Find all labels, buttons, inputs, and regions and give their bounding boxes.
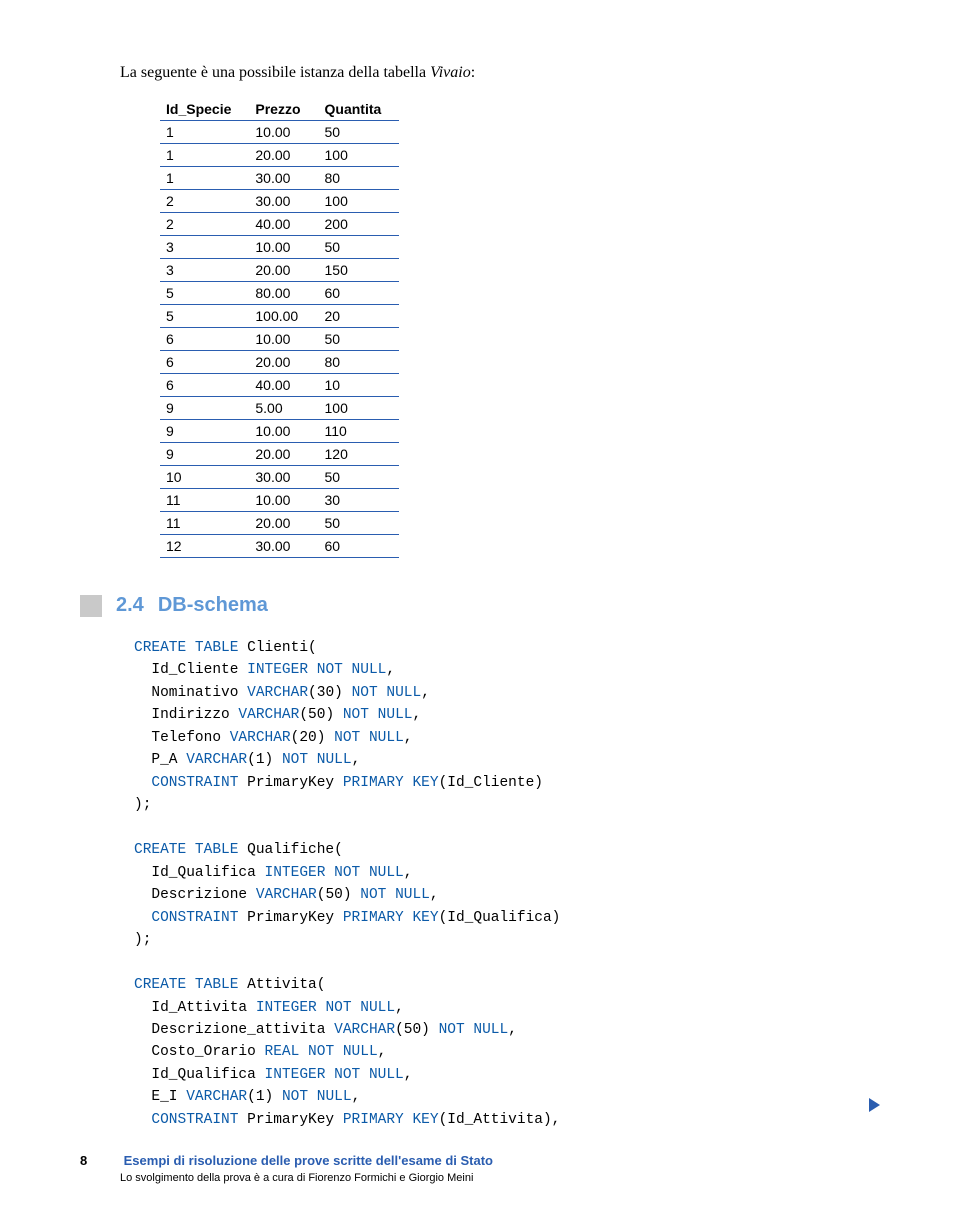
table-row: 240.00200 <box>160 213 399 236</box>
footer-credit: Lo svolgimento della prova è a cura di F… <box>120 1172 880 1184</box>
table-row: 110.0050 <box>160 121 399 144</box>
table-cell: 50 <box>319 236 400 259</box>
table-cell: 150 <box>319 259 400 282</box>
table-row: 310.0050 <box>160 236 399 259</box>
col-header: Id_Specie <box>160 98 249 121</box>
col-header: Quantita <box>319 98 400 121</box>
table-header-row: Id_Specie Prezzo Quantita <box>160 98 399 121</box>
col-header: Prezzo <box>249 98 318 121</box>
table-cell: 200 <box>319 213 400 236</box>
table-cell: 20.00 <box>249 443 318 466</box>
sql-code-block: CREATE TABLE Clienti( Id_Cliente INTEGER… <box>134 637 880 1131</box>
table-cell: 20 <box>319 305 400 328</box>
table-cell: 9 <box>160 420 249 443</box>
table-row: 580.0060 <box>160 282 399 305</box>
table-row: 120.00100 <box>160 144 399 167</box>
table-cell: 110 <box>319 420 400 443</box>
table-cell: 6 <box>160 351 249 374</box>
table-cell: 80.00 <box>249 282 318 305</box>
table-cell: 3 <box>160 259 249 282</box>
table-cell: 30 <box>319 489 400 512</box>
table-row: 230.00100 <box>160 190 399 213</box>
table-cell: 2 <box>160 190 249 213</box>
table-cell: 3 <box>160 236 249 259</box>
table-cell: 60 <box>319 282 400 305</box>
section-number: 2.4 <box>116 594 144 617</box>
section-header: 2.4 DB-schema <box>80 594 880 617</box>
table-cell: 40.00 <box>249 374 318 397</box>
table-cell: 50 <box>319 328 400 351</box>
table-cell: 20.00 <box>249 512 318 535</box>
table-row: 1110.0030 <box>160 489 399 512</box>
table-cell: 12 <box>160 535 249 558</box>
table-cell: 1 <box>160 144 249 167</box>
table-cell: 40.00 <box>249 213 318 236</box>
table-row: 910.00110 <box>160 420 399 443</box>
footer-title-line: 8 Esempi di risoluzione delle prove scri… <box>120 1153 880 1168</box>
table-row: 620.0080 <box>160 351 399 374</box>
table-row: 610.0050 <box>160 328 399 351</box>
table-cell: 5.00 <box>249 397 318 420</box>
table-cell: 100.00 <box>249 305 318 328</box>
table-cell: 120 <box>319 443 400 466</box>
intro-italic: Vivaio <box>430 64 471 81</box>
table-cell: 9 <box>160 443 249 466</box>
table-cell: 1 <box>160 167 249 190</box>
table-cell: 50 <box>319 512 400 535</box>
section-title: DB-schema <box>158 594 268 617</box>
table-cell: 5 <box>160 282 249 305</box>
intro-text: La seguente è una possibile istanza dell… <box>120 64 880 82</box>
continue-icon <box>869 1098 880 1112</box>
table-row: 640.0010 <box>160 374 399 397</box>
table-cell: 20.00 <box>249 259 318 282</box>
table-cell: 100 <box>319 397 400 420</box>
table-cell: 80 <box>319 167 400 190</box>
table-cell: 20.00 <box>249 351 318 374</box>
table-cell: 10.00 <box>249 420 318 443</box>
footer-title: Esempi di risoluzione delle prove scritt… <box>124 1153 493 1168</box>
table-cell: 30.00 <box>249 190 318 213</box>
table-cell: 10.00 <box>249 489 318 512</box>
table-cell: 60 <box>319 535 400 558</box>
section-marker-box <box>80 595 102 617</box>
table-cell: 10.00 <box>249 236 318 259</box>
table-cell: 80 <box>319 351 400 374</box>
table-cell: 10.00 <box>249 121 318 144</box>
table-cell: 6 <box>160 328 249 351</box>
table-cell: 100 <box>319 190 400 213</box>
intro-suffix: : <box>471 64 475 81</box>
table-cell: 30.00 <box>249 466 318 489</box>
page-number: 8 <box>80 1153 120 1168</box>
table-row: 5100.0020 <box>160 305 399 328</box>
table-cell: 10 <box>319 374 400 397</box>
table-row: 130.0080 <box>160 167 399 190</box>
table-cell: 50 <box>319 121 400 144</box>
table-cell: 2 <box>160 213 249 236</box>
table-cell: 50 <box>319 466 400 489</box>
table-cell: 10.00 <box>249 328 318 351</box>
table-cell: 30.00 <box>249 167 318 190</box>
table-cell: 5 <box>160 305 249 328</box>
table-row: 920.00120 <box>160 443 399 466</box>
table-cell: 30.00 <box>249 535 318 558</box>
table-row: 320.00150 <box>160 259 399 282</box>
table-cell: 11 <box>160 512 249 535</box>
table-cell: 6 <box>160 374 249 397</box>
table-row: 1030.0050 <box>160 466 399 489</box>
table-row: 95.00100 <box>160 397 399 420</box>
table-cell: 9 <box>160 397 249 420</box>
table-row: 1120.0050 <box>160 512 399 535</box>
page-footer: 8 Esempi di risoluzione delle prove scri… <box>0 1153 960 1184</box>
table-cell: 20.00 <box>249 144 318 167</box>
table-cell: 100 <box>319 144 400 167</box>
table-cell: 10 <box>160 466 249 489</box>
table-cell: 11 <box>160 489 249 512</box>
table-cell: 1 <box>160 121 249 144</box>
table-row: 1230.0060 <box>160 535 399 558</box>
intro-prefix: La seguente è una possibile istanza dell… <box>120 64 430 81</box>
vivaio-table: Id_Specie Prezzo Quantita 110.0050120.00… <box>160 98 399 558</box>
